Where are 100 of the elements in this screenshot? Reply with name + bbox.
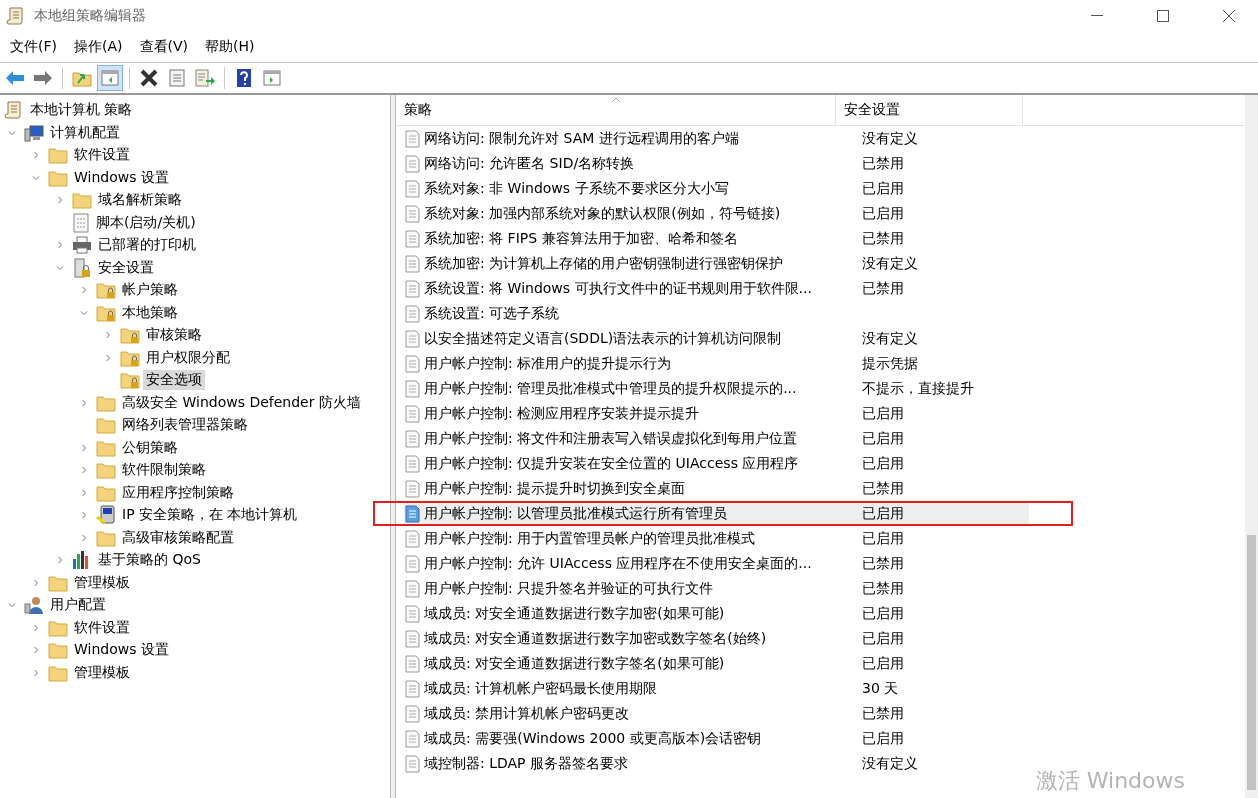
tree-item[interactable]: 安全设置 bbox=[95, 257, 157, 278]
chevron-down-icon[interactable] bbox=[80, 308, 88, 317]
tree-item[interactable]: 安全选项 bbox=[143, 370, 205, 391]
tree-item[interactable]: 脚本(启动/关机) bbox=[93, 212, 199, 233]
chevron-right-icon[interactable] bbox=[104, 353, 112, 362]
chevron-down-icon[interactable] bbox=[56, 263, 64, 272]
policy-row[interactable]: 域控制器: LDAP 服务器签名要求 没有定义 bbox=[404, 751, 1029, 776]
policy-icon bbox=[404, 379, 420, 398]
chevron-right-icon[interactable] bbox=[80, 511, 88, 520]
policy-row[interactable]: 域成员: 禁用计算机帐户密码更改 已禁用 bbox=[404, 701, 1029, 726]
chevron-down-icon[interactable] bbox=[8, 128, 16, 137]
policy-row[interactable]: 系统对象: 加强内部系统对象的默认权限(例如，符号链接) 已启用 bbox=[404, 201, 1029, 226]
tree-item[interactable]: 帐户策略 bbox=[119, 280, 181, 301]
policy-row[interactable]: 网络访问: 限制允许对 SAM 进行远程调用的客户端 没有定义 bbox=[404, 126, 1029, 151]
policy-row[interactable]: 用户帐户控制: 允许 UIAccess 应用程序在不使用安全桌面的... 已禁用 bbox=[404, 551, 1029, 576]
policy-row[interactable]: 系统设置: 可选子系统 bbox=[404, 301, 1029, 326]
tree-item[interactable]: IP 安全策略，在 本地计算机 bbox=[119, 505, 301, 526]
security-setting: 已启用 bbox=[861, 429, 905, 448]
policy-icon bbox=[404, 479, 420, 498]
tree-item[interactable]: Windows 设置 bbox=[71, 640, 172, 661]
chevron-right-icon[interactable] bbox=[32, 151, 40, 160]
policy-row[interactable]: 域成员: 计算机帐户密码最长使用期限 30 天 bbox=[404, 676, 1029, 701]
tree-item[interactable]: 公钥策略 bbox=[119, 437, 181, 458]
menu-item[interactable]: 查看(V) bbox=[132, 38, 198, 56]
security-setting: 已禁用 bbox=[861, 704, 905, 723]
chevron-right-icon[interactable] bbox=[80, 466, 88, 475]
policy-name: 系统对象: 加强内部系统对象的默认权限(例如，符号链接) bbox=[423, 204, 782, 223]
policy-row[interactable]: 域成员: 需要强(Windows 2000 或更高版本)会话密钥 已启用 bbox=[404, 726, 1029, 751]
policy-row[interactable]: 系统加密: 为计算机上存储的用户密钥强制进行强密钥保护 没有定义 bbox=[404, 251, 1029, 276]
column-header[interactable]: 安全设置 bbox=[836, 95, 1023, 125]
tree-item[interactable]: 基于策略的 QoS bbox=[95, 550, 204, 571]
chevron-right-icon[interactable] bbox=[80, 533, 88, 542]
tree-item[interactable]: 软件设置 bbox=[71, 145, 133, 166]
chevron-right-icon[interactable] bbox=[32, 668, 40, 677]
chevron-down-icon[interactable] bbox=[32, 173, 40, 182]
policy-icon bbox=[404, 654, 420, 673]
menu-item[interactable]: 文件(F) bbox=[3, 38, 67, 56]
policy-row[interactable]: 系统对象: 非 Windows 子系统不要求区分大小写 已启用 bbox=[404, 176, 1029, 201]
policy-icon bbox=[404, 529, 420, 548]
tree-item[interactable]: 计算机配置 bbox=[47, 122, 123, 143]
policy-row[interactable]: 域成员: 对安全通道数据进行数字签名(如果可能) 已启用 bbox=[404, 651, 1029, 676]
security-setting: 已启用 bbox=[861, 629, 905, 648]
scroll-icon bbox=[6, 6, 26, 26]
policy-row[interactable]: 网络访问: 允许匿名 SID/名称转换 已禁用 bbox=[404, 151, 1029, 176]
security-setting: 已禁用 bbox=[861, 479, 905, 498]
folder-icon bbox=[48, 618, 68, 637]
chevron-right-icon[interactable] bbox=[32, 578, 40, 587]
policy-row[interactable]: 用户帐户控制: 检测应用程序安装并提示提升 已启用 bbox=[404, 401, 1029, 426]
policy-row[interactable]: 域成员: 对安全通道数据进行数字加密(如果可能) 已启用 bbox=[404, 601, 1029, 626]
policy-row[interactable]: 系统设置: 将 Windows 可执行文件中的证书规则用于软件限... 已禁用 bbox=[404, 276, 1029, 301]
tree-item[interactable]: 软件限制策略 bbox=[119, 460, 209, 481]
tree-item[interactable]: 高级审核策略配置 bbox=[119, 527, 237, 548]
folder-icon bbox=[48, 663, 68, 682]
tree-item[interactable]: 网络列表管理器策略 bbox=[119, 415, 251, 436]
policy-row[interactable]: 用户帐户控制: 管理员批准模式中管理员的提升权限提示的... 不提示，直接提升 bbox=[404, 376, 1029, 401]
policy-row[interactable]: 以安全描述符定义语言(SDDL)语法表示的计算机访问限制 没有定义 bbox=[404, 326, 1029, 351]
tree-item[interactable]: 高级安全 Windows Defender 防火墙 bbox=[119, 392, 364, 413]
policy-row[interactable]: 用户帐户控制: 用于内置管理员帐户的管理员批准模式 已启用 bbox=[404, 526, 1029, 551]
chevron-right-icon[interactable] bbox=[56, 196, 64, 205]
chevron-right-icon[interactable] bbox=[80, 398, 88, 407]
policy-row[interactable]: 用户帐户控制: 仅提升安装在安全位置的 UIAccess 应用程序 已启用 bbox=[404, 451, 1029, 476]
tree-item[interactable]: 软件设置 bbox=[71, 617, 133, 638]
chevron-right-icon[interactable] bbox=[56, 556, 64, 565]
tree-item[interactable]: 用户配置 bbox=[47, 595, 109, 616]
policy-row[interactable]: 用户帐户控制: 以管理员批准模式运行所有管理员 已启用 bbox=[404, 501, 1029, 526]
folder-icon bbox=[48, 573, 68, 592]
policy-row[interactable]: 域成员: 对安全通道数据进行数字加密或数字签名(始终) 已启用 bbox=[404, 626, 1029, 651]
tree-item[interactable]: 管理模板 bbox=[71, 572, 133, 593]
tree-item[interactable]: Windows 设置 bbox=[71, 167, 172, 188]
menu-item[interactable]: 帮助(H) bbox=[198, 38, 265, 56]
tree-item[interactable]: 审核策略 bbox=[143, 325, 205, 346]
policy-name: 域成员: 对安全通道数据进行数字签名(如果可能) bbox=[423, 654, 726, 673]
chevron-right-icon[interactable] bbox=[80, 443, 88, 452]
tree-item[interactable]: 管理模板 bbox=[71, 662, 133, 683]
tree-item[interactable]: 域名解析策略 bbox=[95, 190, 185, 211]
chevron-right-icon[interactable] bbox=[80, 286, 88, 295]
policy-icon bbox=[404, 729, 420, 748]
chevron-right-icon[interactable] bbox=[80, 488, 88, 497]
policy-row[interactable]: 用户帐户控制: 提示提升时切换到安全桌面 已禁用 bbox=[404, 476, 1029, 501]
policy-icon bbox=[404, 429, 420, 448]
tree-item[interactable]: 用户权限分配 bbox=[143, 347, 233, 368]
policy-row[interactable]: 用户帐户控制: 标准用户的提升提示行为 提示凭据 bbox=[404, 351, 1029, 376]
tree-item[interactable]: 本地计算机 策略 bbox=[27, 100, 136, 121]
chevron-right-icon[interactable] bbox=[56, 241, 64, 250]
chevron-right-icon[interactable] bbox=[32, 646, 40, 655]
tree-item[interactable]: 本地策略 bbox=[119, 302, 181, 323]
policy-row[interactable]: 系统加密: 将 FIPS 兼容算法用于加密、哈希和签名 已禁用 bbox=[404, 226, 1029, 251]
policy-row[interactable]: 用户帐户控制: 将文件和注册表写入错误虚拟化到每用户位置 已启用 bbox=[404, 426, 1029, 451]
tree-item[interactable]: 已部署的打印机 bbox=[95, 235, 199, 256]
menu-item[interactable]: 操作(A) bbox=[67, 38, 133, 56]
security-setting: 已启用 bbox=[861, 729, 905, 748]
security-setting: 已启用 bbox=[861, 404, 905, 423]
column-header[interactable]: 策略 bbox=[396, 95, 836, 125]
chevron-right-icon[interactable] bbox=[104, 331, 112, 340]
security-setting: 已禁用 bbox=[861, 279, 905, 298]
policy-row[interactable]: 用户帐户控制: 只提升签名并验证的可执行文件 已禁用 bbox=[404, 576, 1029, 601]
chevron-right-icon[interactable] bbox=[32, 623, 40, 632]
tree-item[interactable]: 应用程序控制策略 bbox=[119, 482, 237, 503]
scrollbar[interactable] bbox=[1245, 95, 1258, 798]
chevron-down-icon[interactable] bbox=[8, 601, 16, 610]
